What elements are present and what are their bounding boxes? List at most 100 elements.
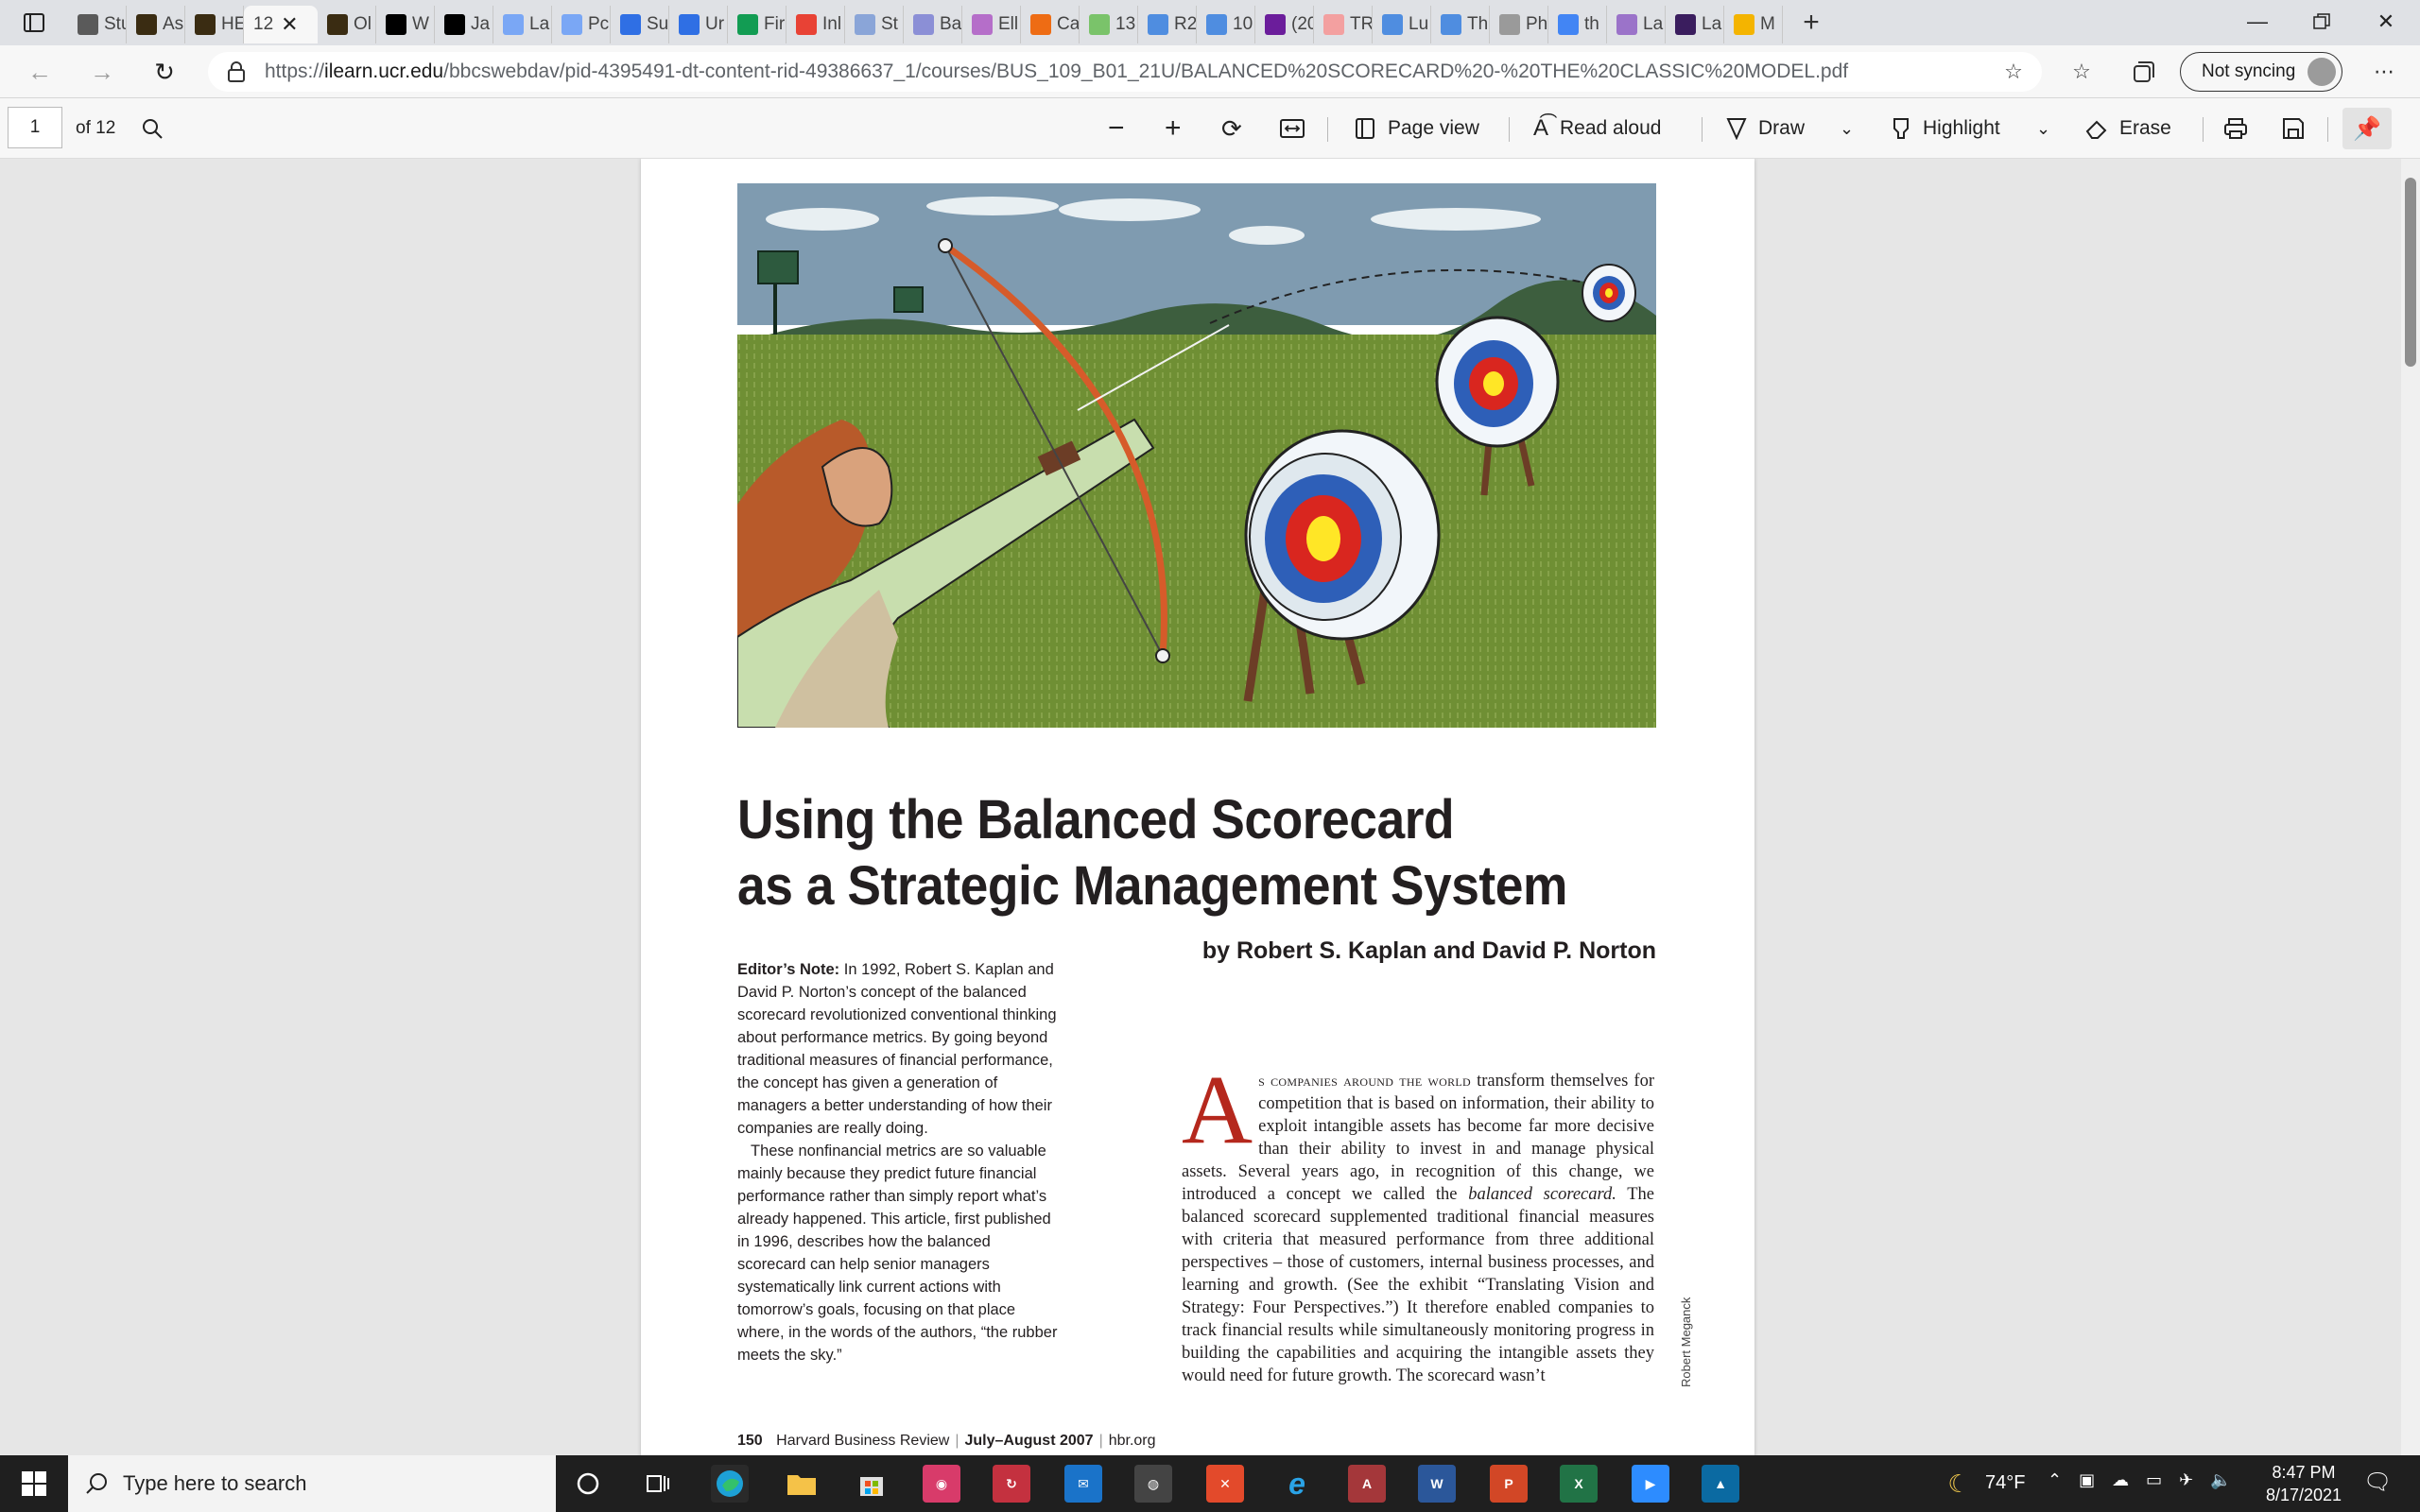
taskbar-internet-explorer[interactable]: e	[1278, 1465, 1316, 1503]
page-number-input[interactable]: 1	[8, 107, 62, 148]
taskbar-excel[interactable]: X	[1560, 1465, 1598, 1503]
highlight-label: Highlight	[1923, 117, 2000, 139]
airplane-icon[interactable]: ✈	[2179, 1470, 2193, 1490]
fit-to-width-button[interactable]	[1280, 110, 1305, 147]
browser-tab[interactable]: La	[1666, 6, 1724, 43]
device-icon[interactable]: ▣	[2079, 1470, 2095, 1490]
browser-tab[interactable]: Ur	[669, 6, 728, 43]
minimize-button[interactable]: —	[2225, 0, 2290, 43]
browser-tab[interactable]: W	[376, 6, 435, 43]
collections-button[interactable]	[2129, 57, 2159, 87]
browser-tab[interactable]: Ph	[1490, 6, 1548, 43]
read-aloud-button[interactable]: A͡ Read aloud	[1533, 110, 1661, 147]
browser-tab[interactable]: La	[493, 6, 552, 43]
taskbar-globe-app[interactable]: ◍	[1134, 1465, 1172, 1503]
settings-more-button[interactable]: ⋯	[2369, 57, 2399, 87]
cortana-button[interactable]	[569, 1465, 607, 1503]
add-favorite-button[interactable]: ☆	[1998, 57, 2029, 87]
browser-tab[interactable]: Su	[611, 6, 669, 43]
browser-tab[interactable]: Ol	[318, 6, 376, 43]
close-tab-icon[interactable]: ✕	[281, 12, 298, 37]
browser-tab[interactable]: (20	[1255, 6, 1314, 43]
start-button[interactable]	[0, 1455, 68, 1512]
zoom-in-button[interactable]: +	[1165, 110, 1182, 147]
browser-tab[interactable]: Ba	[904, 6, 962, 43]
browser-tab[interactable]: th	[1548, 6, 1607, 43]
page-view-button[interactable]: Page view	[1354, 110, 1479, 147]
sync-app-icon: ↻	[1006, 1475, 1017, 1491]
notifications-button[interactable]: 🗨	[2363, 1469, 2392, 1496]
restore-button[interactable]	[2290, 0, 2354, 43]
address-bar[interactable]: https://ilearn.ucr.edu/bbcswebdav/pid-43…	[208, 52, 2042, 92]
draw-options-dropdown[interactable]: ⌄	[1840, 110, 1854, 147]
highlight-options-dropdown[interactable]: ⌄	[2036, 110, 2050, 147]
browser-tab[interactable]: 10	[1197, 6, 1255, 43]
app-icon: ◉	[935, 1475, 948, 1491]
browser-tab[interactable]: Ca	[1021, 6, 1080, 43]
browser-tab[interactable]: Ja	[435, 6, 493, 43]
taskbar-access[interactable]: A	[1348, 1465, 1386, 1503]
browser-tab[interactable]: Stu	[68, 6, 127, 43]
rotate-button[interactable]: ⟳	[1221, 110, 1242, 147]
taskbar-app-pink[interactable]: ◉	[923, 1465, 960, 1503]
browser-tab[interactable]: Th	[1431, 6, 1490, 43]
new-tab-button[interactable]: +	[1789, 4, 1834, 42]
browser-tab[interactable]: As	[127, 6, 185, 43]
refresh-button[interactable]: ↻	[146, 55, 183, 89]
forward-button[interactable]: →	[83, 55, 121, 89]
taskbar-word[interactable]: W	[1418, 1465, 1456, 1503]
cloud-icon[interactable]: ☁	[2112, 1470, 2129, 1490]
taskbar-powerpoint[interactable]: P	[1490, 1465, 1528, 1503]
browser-tab[interactable]: Ell	[962, 6, 1021, 43]
volume-icon[interactable]: 🔈	[2210, 1470, 2231, 1490]
vertical-scrollbar[interactable]	[2401, 159, 2420, 1455]
browser-tab[interactable]: R2	[1138, 6, 1197, 43]
draw-button[interactable]: Draw	[1726, 110, 1805, 147]
taskbar-app-sync[interactable]: ↻	[993, 1465, 1030, 1503]
browser-tab[interactable]: La	[1607, 6, 1666, 43]
bookmark-icon	[1323, 14, 1344, 35]
body-text-2: The balanced scorecard supplemented trad…	[1182, 1185, 1654, 1385]
highlight-button[interactable]: Highlight	[1891, 110, 2000, 147]
taskbar-app-x[interactable]: ✕	[1206, 1465, 1244, 1503]
close-icon: ✕	[2377, 9, 2395, 33]
browser-tab[interactable]: 13	[1080, 6, 1138, 43]
print-button[interactable]	[2223, 110, 2248, 147]
browser-tab[interactable]: Fir	[728, 6, 786, 43]
browser-tab[interactable]: TR	[1314, 6, 1373, 43]
favorites-button[interactable]: ☆	[2066, 57, 2097, 87]
save-button[interactable]	[2282, 110, 2305, 147]
browser-tab[interactable]: St	[845, 6, 904, 43]
taskbar-photos[interactable]: ▲	[1702, 1465, 1739, 1503]
pin-toolbar-button[interactable]: 📌	[2342, 108, 2392, 149]
taskbar-search-box[interactable]: Type here to search	[68, 1455, 556, 1512]
url-text: https://ilearn.ucr.edu/bbcswebdav/pid-43…	[265, 60, 1848, 83]
browser-tab[interactable]: Lu	[1373, 6, 1431, 43]
scrollbar-thumb[interactable]	[2405, 178, 2416, 367]
find-button[interactable]	[142, 110, 163, 147]
taskbar-mail[interactable]: ✉	[1064, 1465, 1102, 1503]
drop-cap: A	[1182, 1056, 1253, 1164]
pdf-viewport[interactable]: Using the Balanced Scorecard as a Strate…	[0, 159, 2401, 1455]
task-view-button[interactable]	[639, 1465, 677, 1503]
browser-tab[interactable]: Pc	[552, 6, 611, 43]
taskbar-edge[interactable]	[711, 1465, 749, 1503]
close-window-button[interactable]: ✕	[2354, 0, 2418, 43]
browser-tab[interactable]: HE	[185, 6, 244, 43]
browser-tab[interactable]: M	[1724, 6, 1783, 43]
battery-icon[interactable]: ▭	[2146, 1470, 2162, 1490]
back-button[interactable]: ←	[21, 55, 59, 89]
chevron-up-icon[interactable]: ⌃	[2048, 1470, 2062, 1490]
browser-tab[interactable]: 12 ✕	[244, 6, 318, 43]
clock[interactable]: 8:47 PM 8/17/2021	[2252, 1461, 2356, 1506]
editor-note: Editor’s Note: In 1992, Robert S. Kaplan…	[737, 958, 1059, 1366]
weather-button[interactable]: ☾	[1940, 1465, 1978, 1503]
browser-tab[interactable]: Inl	[786, 6, 845, 43]
profile-sync-button[interactable]: Not syncing	[2180, 52, 2342, 92]
taskbar-file-explorer[interactable]	[783, 1465, 821, 1503]
taskbar-store[interactable]	[853, 1465, 890, 1503]
taskbar-zoom[interactable]: ▶	[1632, 1465, 1669, 1503]
erase-button[interactable]: Erase	[2085, 110, 2171, 147]
zoom-out-button[interactable]: −	[1108, 110, 1125, 147]
tab-actions-menu-button[interactable]	[0, 0, 68, 45]
